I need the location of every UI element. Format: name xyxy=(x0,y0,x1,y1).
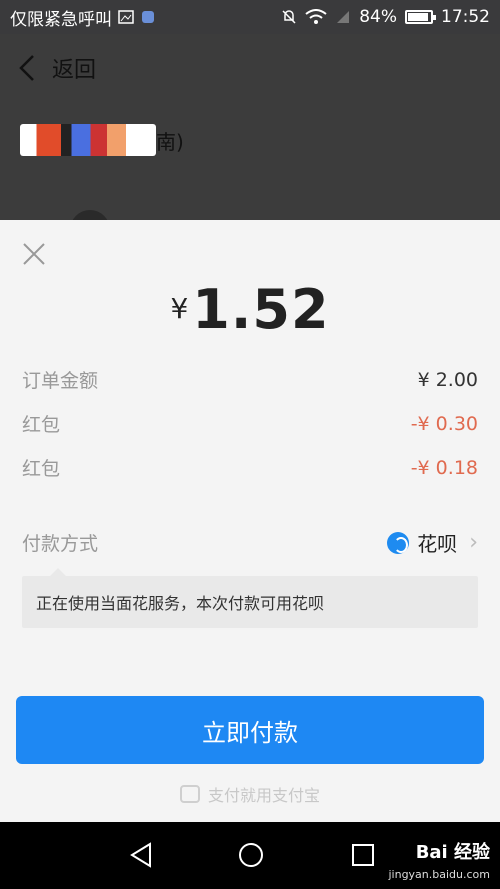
payment-method-row[interactable]: 付款方式 花呗 › xyxy=(22,528,478,557)
huabei-tip: 正在使用当面花服务，本次付款可用花呗 xyxy=(22,568,478,628)
red-packet-row: 红包 -¥ 0.30 xyxy=(22,410,478,437)
image-notification-icon xyxy=(118,10,134,24)
mute-icon xyxy=(282,10,296,24)
home-nav-icon[interactable] xyxy=(236,840,266,870)
amount-value: 1.52 xyxy=(192,278,330,341)
payment-method-value: 花呗 xyxy=(417,532,458,556)
recents-nav-icon[interactable] xyxy=(348,840,378,870)
payment-method-label: 付款方式 xyxy=(22,533,99,555)
signal-icon xyxy=(337,11,350,23)
row-value: -¥ 0.30 xyxy=(410,412,478,435)
merchant-name-suffix: 南) xyxy=(156,129,184,154)
merchant-row: 南) xyxy=(20,124,184,156)
brand-slogan: 支付就用支付宝 xyxy=(207,786,320,805)
chevron-left-icon xyxy=(19,55,34,81)
close-icon[interactable] xyxy=(20,240,48,268)
order-amount-row: 订单金额 ¥ 2.00 xyxy=(22,366,478,393)
alipay-logo-icon xyxy=(179,785,200,803)
payment-amount: ¥1.52 xyxy=(0,278,500,341)
battery-fill xyxy=(408,13,429,21)
huabei-icon xyxy=(387,531,410,554)
row-label: 红包 xyxy=(22,458,61,480)
tip-text: 正在使用当面花服务，本次付款可用花呗 xyxy=(36,594,325,613)
pay-now-label: 立即付款 xyxy=(202,718,298,747)
payment-sheet: ¥1.52 订单金额 ¥ 2.00 红包 -¥ 0.30 红包 -¥ 0.18 … xyxy=(0,220,500,822)
back-nav-icon[interactable] xyxy=(126,840,156,870)
app-notification-icon xyxy=(142,11,154,23)
navigation-bar: Bai 经验 jingyan.baidu.com xyxy=(0,822,500,889)
alipay-brand: 支付就用支付宝 xyxy=(0,782,500,806)
status-bar: 仅限紧急呼叫 84% 17:52 xyxy=(0,0,500,34)
merchant-avatar xyxy=(20,124,156,156)
currency-symbol: ¥ xyxy=(170,292,189,325)
battery-percent: 84% xyxy=(359,7,397,27)
watermark-text: Bai 经验 xyxy=(415,842,490,863)
baidu-watermark: Bai 经验 jingyan.baidu.com xyxy=(388,838,490,881)
battery-icon xyxy=(405,10,436,24)
wifi-icon xyxy=(305,9,327,24)
clock: 17:52 xyxy=(441,7,490,27)
watermark-url: jingyan.baidu.com xyxy=(388,868,490,881)
row-value: -¥ 0.18 xyxy=(410,456,478,479)
carrier-text: 仅限紧急呼叫 xyxy=(10,9,112,30)
back-button[interactable]: 返回 xyxy=(18,52,96,84)
back-label: 返回 xyxy=(52,58,97,83)
row-value: ¥ 2.00 xyxy=(417,368,478,391)
row-label: 订单金额 xyxy=(22,370,99,392)
red-packet-row: 红包 -¥ 0.18 xyxy=(22,454,478,481)
row-label: 红包 xyxy=(22,414,61,436)
pay-now-button[interactable]: 立即付款 xyxy=(16,696,484,764)
chevron-right-icon: › xyxy=(469,530,478,555)
